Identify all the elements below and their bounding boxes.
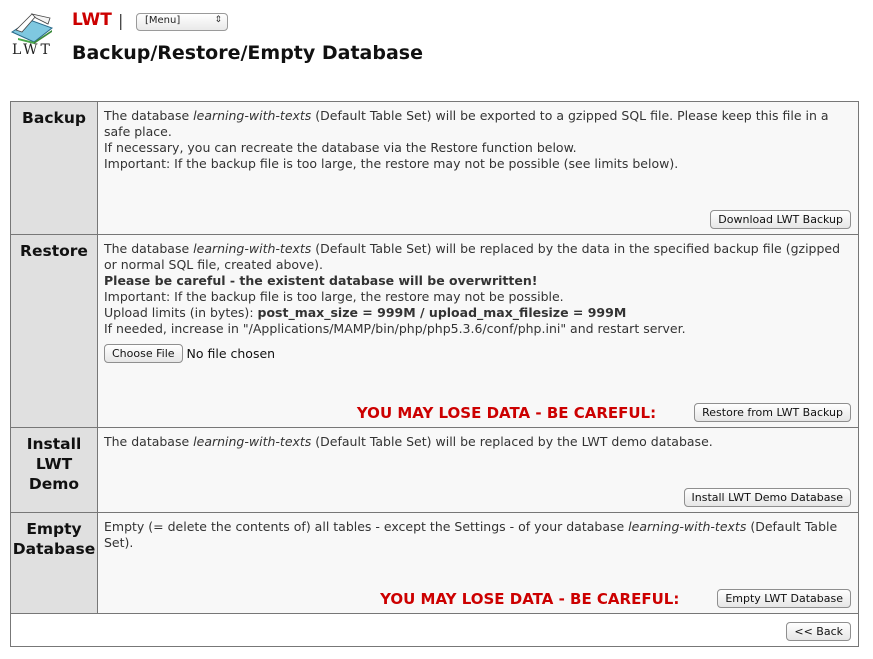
select-arrows-icon: ⇕ xyxy=(214,15,222,25)
empty-db-actions: YOU MAY LOSE DATA - BE CAREFUL: Empty LW… xyxy=(380,589,851,608)
empty-db-heading-l1: Empty xyxy=(26,520,82,538)
install-demo-actions: Install LWT Demo Database xyxy=(683,488,851,507)
backup-actions: Download LWT Backup xyxy=(710,210,851,229)
restore-careful-note: Please be careful - the existent databas… xyxy=(104,273,538,288)
restore-important-note: Important: If the backup file is too lar… xyxy=(104,289,564,304)
footer-actions: << Back xyxy=(786,622,851,641)
upload-limits: Upload limits (in bytes): post_max_size … xyxy=(104,305,627,320)
install-demo-heading-l1: Install xyxy=(26,435,82,453)
database-actions-table: Backup The database learning-with-texts … xyxy=(10,101,859,647)
backup-content: The database learning-with-texts (Defaul… xyxy=(97,101,859,235)
empty-db-content: Empty (= delete the contents of) all tab… xyxy=(97,512,859,614)
install-demo-button[interactable]: Install LWT Demo Database xyxy=(683,488,851,507)
backup-row: Backup The database learning-with-texts … xyxy=(10,101,859,235)
page-header: LWT LWT | [Menu] ⇕ Backup/Restore/Empty … xyxy=(0,0,873,100)
empty-db-heading: Empty Database xyxy=(10,512,98,614)
no-file-chosen-label: No file chosen xyxy=(186,345,276,361)
db-name: learning-with-texts xyxy=(193,108,312,123)
restore-heading: Restore xyxy=(10,234,98,428)
install-demo-content: The database learning-with-texts (Defaul… xyxy=(97,427,859,513)
restore-content: The database learning-with-texts (Defaul… xyxy=(97,234,859,428)
data-loss-warning: YOU MAY LOSE DATA - BE CAREFUL: xyxy=(380,589,680,608)
empty-db-button[interactable]: Empty LWT Database xyxy=(717,589,851,608)
header-separator: | xyxy=(118,11,124,30)
restore-heading-label: Restore xyxy=(20,242,88,260)
db-name: learning-with-texts xyxy=(628,519,747,534)
restore-backup-button[interactable]: Restore from LWT Backup xyxy=(694,403,851,422)
install-demo-heading: Install LWT Demo xyxy=(10,427,98,513)
backup-heading: Backup xyxy=(10,101,98,235)
empty-db-row: Empty Database Empty (= delete the conte… xyxy=(10,512,859,614)
logo-text: LWT xyxy=(12,42,53,58)
data-loss-warning: YOU MAY LOSE DATA - BE CAREFUL: xyxy=(356,403,657,422)
backup-heading-label: Backup xyxy=(22,109,86,127)
upload-limit-values: post_max_size = 999M / upload_max_filesi… xyxy=(257,305,627,320)
back-button[interactable]: << Back xyxy=(786,622,851,641)
file-input: Choose File No file chosen xyxy=(104,344,852,363)
menu-select-value: [Menu] xyxy=(145,15,181,26)
brand-link[interactable]: LWT xyxy=(72,10,112,30)
restore-actions: YOU MAY LOSE DATA - BE CAREFUL: Restore … xyxy=(357,403,851,422)
backup-description: The database learning-with-texts (Defaul… xyxy=(104,108,829,139)
db-name: learning-with-texts xyxy=(193,434,312,449)
footer-row: << Back xyxy=(10,613,859,647)
empty-db-description: Empty (= delete the contents of) all tab… xyxy=(104,519,838,550)
empty-db-heading-l2: Database xyxy=(12,540,96,558)
restore-row: Restore The database learning-with-texts… xyxy=(10,234,859,428)
install-demo-description: The database learning-with-texts (Defaul… xyxy=(104,434,713,449)
php-ini-note: If needed, increase in "/Applications/MA… xyxy=(104,321,686,336)
choose-file-button[interactable]: Choose File xyxy=(104,344,183,363)
footer-cell: << Back xyxy=(10,613,859,647)
page-title: Backup/Restore/Empty Database xyxy=(72,42,423,64)
menu-select[interactable]: [Menu] ⇕ xyxy=(136,13,228,31)
db-name: learning-with-texts xyxy=(193,241,312,256)
restore-description: The database learning-with-texts (Defaul… xyxy=(104,241,841,272)
backup-important-note: Important: If the backup file is too lar… xyxy=(104,156,679,171)
download-backup-button[interactable]: Download LWT Backup xyxy=(710,210,851,229)
install-demo-heading-l2: LWT xyxy=(35,455,73,473)
install-demo-row: Install LWT Demo The database learning-w… xyxy=(10,427,859,513)
install-demo-heading-l3: Demo xyxy=(28,475,80,493)
backup-recreate-note: If necessary, you can recreate the datab… xyxy=(104,140,577,155)
